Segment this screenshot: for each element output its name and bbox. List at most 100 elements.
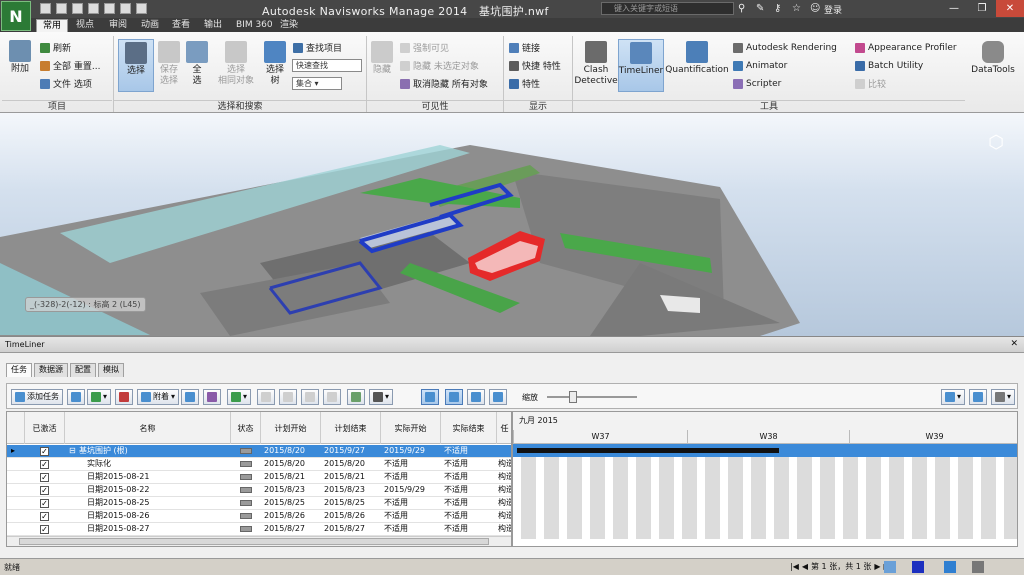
add-task-button[interactable]: 添加任务	[11, 389, 63, 405]
zoom-slider-thumb[interactable]	[569, 391, 577, 403]
selection-tree-button[interactable]: 选择 树	[262, 41, 288, 87]
panel-label-visibility[interactable]: 可见性	[367, 100, 503, 113]
performance-icon[interactable]	[884, 561, 896, 573]
col-header-active[interactable]: 已激活	[25, 412, 65, 444]
columns-button[interactable]: ▾	[369, 389, 394, 405]
batch-utility-button[interactable]: Batch Utility	[855, 59, 923, 72]
appearance-profiler-button[interactable]: Appearance Profiler	[855, 41, 957, 54]
grid-horizontal-scrollbar[interactable]	[7, 536, 511, 546]
col-header-task-type[interactable]: 任	[497, 412, 511, 444]
tab-tasks[interactable]: 任务	[6, 363, 32, 377]
refresh-button[interactable]: 刷新	[40, 41, 71, 54]
select-same-button[interactable]: 选择 相同对象	[214, 41, 258, 87]
help-search-input[interactable]: 键入关键字或短语	[601, 2, 734, 15]
filter-button[interactable]: ▾	[227, 389, 252, 405]
col-header-actual-start[interactable]: 实际开始	[381, 412, 441, 444]
timeliner-button[interactable]: TimeLiner	[618, 39, 664, 92]
3d-viewport[interactable]: _(-328)-2(-12) : 标高 2 (L45) ⬡	[0, 113, 1024, 336]
view-list-button[interactable]	[421, 389, 439, 405]
import-button[interactable]	[969, 389, 987, 405]
app-menu-button[interactable]: N	[1, 1, 31, 31]
active-checkbox[interactable]: ✓	[40, 499, 49, 508]
table-row[interactable]: ✓ 日期2015-08-25 2015/8/25 2015/8/25 不适用 不适用 构造	[7, 497, 511, 510]
col-header-name[interactable]: 名称	[65, 412, 231, 444]
clear-attach-button[interactable]	[203, 389, 221, 405]
undo-icon[interactable]	[104, 3, 115, 14]
zoom-slider[interactable]	[547, 391, 637, 403]
unhide-all-button[interactable]: 取消隐藏 所有对象	[400, 77, 488, 90]
file-options-button[interactable]: 文件 选项	[40, 77, 92, 90]
col-header-actual-end[interactable]: 实际结束	[441, 412, 497, 444]
panel-label-project[interactable]: 项目	[2, 100, 112, 113]
save-selection-button[interactable]: 保存 选择	[156, 41, 182, 87]
star-icon[interactable]: ☆	[792, 3, 803, 14]
key-icon[interactable]: ⚷	[774, 3, 785, 14]
clash-detective-button[interactable]: Clash Detective	[574, 41, 618, 87]
tab-animation[interactable]: 动画	[135, 19, 165, 32]
settings-button[interactable]: ▾	[991, 389, 1016, 405]
tab-view[interactable]: 查看	[166, 19, 196, 32]
auto-attach-button[interactable]	[181, 389, 199, 405]
table-row[interactable]: ✓ 日期2015-08-26 2015/8/26 2015/8/26 不适用 不适用 构造	[7, 510, 511, 523]
collapse-icon[interactable]: ⊟	[69, 445, 79, 458]
wrench-icon[interactable]: ✎	[756, 3, 767, 14]
save-icon[interactable]	[72, 3, 83, 14]
viewcube-icon[interactable]: ⬡	[984, 131, 1008, 155]
insert-task-button[interactable]	[67, 389, 85, 405]
tab-simulate[interactable]: 模拟	[98, 363, 124, 377]
links-button[interactable]: 链接	[509, 41, 540, 54]
binoculars-icon[interactable]: ⚲	[738, 3, 749, 14]
close-icon[interactable]: ✕	[996, 0, 1024, 17]
memory-icon[interactable]	[912, 561, 924, 573]
add-comment-button[interactable]	[347, 389, 365, 405]
tab-home[interactable]: 常用	[36, 19, 69, 32]
gantt-summary-bar[interactable]	[517, 448, 779, 453]
active-checkbox[interactable]: ✓	[40, 512, 49, 521]
active-checkbox[interactable]: ✓	[40, 525, 49, 534]
attach-dropdown-button[interactable]: 附着 ▾	[137, 389, 180, 405]
user-icon[interactable]: ☺	[810, 3, 821, 14]
redo-icon[interactable]	[120, 3, 131, 14]
tab-review[interactable]: 审阅	[103, 19, 133, 32]
reset-all-button[interactable]: 全部 重置...	[40, 59, 100, 72]
export-button[interactable]: ▾	[941, 389, 966, 405]
attach-button[interactable]: 附加	[6, 40, 34, 75]
next-sheet-icon[interactable]: ▶	[874, 562, 880, 571]
scripter-button[interactable]: Scripter	[733, 77, 781, 90]
quantification-button[interactable]: Quantification	[665, 41, 729, 76]
disk-icon[interactable]	[944, 561, 956, 573]
tab-data-sources[interactable]: 数据源	[34, 363, 68, 377]
tab-output[interactable]: 输出	[198, 19, 228, 32]
tab-bim360[interactable]: BIM 360	[230, 19, 279, 32]
move-up-button[interactable]	[257, 389, 275, 405]
auto-add-button[interactable]: ▾	[87, 389, 112, 405]
table-row[interactable]: ▸ ✓ 基坑围护 (根) 2015/8/20 2015/9/27 2015/9/29 不适用…	[7, 445, 511, 458]
sets-dropdown[interactable]: 集合 ▾	[292, 77, 342, 90]
hide-button[interactable]: 隐藏	[370, 41, 394, 76]
print-icon[interactable]	[88, 3, 99, 14]
table-row[interactable]: ✓ 实际化 2015/8/20 2015/8/20 不适用 不适用 构造	[7, 458, 511, 471]
select-all-button[interactable]: 全 选	[186, 41, 208, 87]
hide-unselected-button[interactable]: 隐藏 未选定对象	[400, 59, 479, 72]
table-row[interactable]: ✓ 日期2015-08-27 2015/8/27 2015/8/27 不适用 不适用 构造	[7, 523, 511, 536]
find-items-button[interactable]: 查找项目	[293, 41, 342, 54]
view-both-button[interactable]	[467, 389, 485, 405]
active-checkbox[interactable]: ✓	[40, 473, 49, 482]
gantt-chart[interactable]: 九月 2015 W37 W38 W39	[512, 411, 1018, 547]
animator-button[interactable]: Animator	[733, 59, 787, 72]
panel-label-display[interactable]: 显示	[504, 100, 572, 113]
open-icon[interactable]	[56, 3, 67, 14]
active-checkbox[interactable]: ✓	[40, 460, 49, 469]
first-sheet-icon[interactable]: |◀	[790, 562, 799, 571]
tab-viewpoint[interactable]: 视点	[70, 19, 100, 32]
properties-button[interactable]: 特性	[509, 77, 540, 90]
delete-task-button[interactable]	[115, 389, 133, 405]
web-server-icon[interactable]	[972, 561, 984, 573]
table-row[interactable]: ✓ 日期2015-08-21 2015/8/21 2015/8/21 不适用 不适用 构造	[7, 471, 511, 484]
active-checkbox[interactable]: ✓	[40, 447, 49, 456]
select-cursor-icon[interactable]	[136, 3, 147, 14]
compare-button[interactable]: 比较	[855, 77, 886, 90]
login-link[interactable]: 登录	[824, 3, 842, 16]
active-checkbox[interactable]: ✓	[40, 486, 49, 495]
indent-button[interactable]	[301, 389, 319, 405]
